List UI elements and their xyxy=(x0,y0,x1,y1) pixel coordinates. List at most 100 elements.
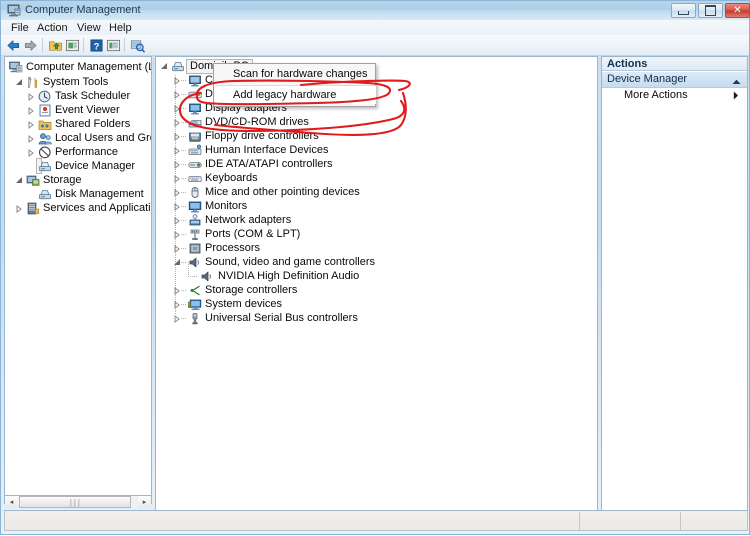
tree-label: Device Manager xyxy=(55,160,136,172)
show-hide-console-tree-icon[interactable] xyxy=(106,38,121,53)
menu-view[interactable]: View xyxy=(75,22,103,34)
local-users-icon xyxy=(38,133,52,145)
chevron-down-icon[interactable] xyxy=(160,63,168,71)
chevron-right-icon[interactable] xyxy=(173,203,181,211)
dvd-drive-icon xyxy=(188,120,202,128)
chevron-right-icon[interactable] xyxy=(173,105,181,113)
tree-label: DVD/CD-ROM drives xyxy=(205,116,309,128)
maximize-button[interactable] xyxy=(698,3,723,18)
context-menu-item-add-legacy-hardware[interactable]: Add legacy hardware xyxy=(215,85,376,104)
chevron-right-icon[interactable] xyxy=(173,315,181,323)
chevron-right-icon[interactable] xyxy=(173,77,181,85)
chevron-right-icon[interactable] xyxy=(173,161,181,169)
chevron-right-icon[interactable] xyxy=(173,133,181,141)
chevron-up-icon[interactable] xyxy=(732,76,741,88)
menu-bar: File Action View Help xyxy=(1,20,749,36)
tree-label: Performance xyxy=(55,146,118,158)
menu-action[interactable]: Action xyxy=(35,22,70,34)
tree-item-device-manager[interactable]: Device Manager xyxy=(36,158,135,174)
tree-label: System Tools xyxy=(43,76,109,88)
tree-label: Ports (COM & LPT) xyxy=(205,228,301,240)
actions-item-more-actions[interactable]: More Actions xyxy=(602,88,747,102)
forward-icon[interactable] xyxy=(23,38,38,53)
help-icon[interactable]: ? xyxy=(89,38,104,53)
tree-connector xyxy=(181,290,187,291)
up-folder-icon[interactable] xyxy=(48,38,63,53)
computer-icon xyxy=(189,75,201,87)
tree-label: Disk Management xyxy=(55,188,144,200)
tree-connector xyxy=(181,150,187,151)
services-icon xyxy=(27,202,40,215)
scroll-left-button[interactable]: ◂ xyxy=(5,496,18,508)
tree-connector xyxy=(181,206,187,207)
scroll-thumb[interactable]: ∣∣∣ xyxy=(19,496,131,508)
chevron-right-icon[interactable] xyxy=(27,135,35,143)
toolbar-separator-2 xyxy=(83,38,84,52)
device-manager-pane: Dominik-PC Computer xyxy=(155,56,598,515)
chevron-right-icon[interactable] xyxy=(173,189,181,197)
console-tree-hscrollbar[interactable]: ◂ ∣∣∣ ▸ xyxy=(5,495,151,508)
status-bar-divider xyxy=(579,512,580,530)
tree-connector xyxy=(181,122,187,123)
display-adapters-icon xyxy=(189,103,201,115)
chevron-right-icon[interactable] xyxy=(173,245,181,253)
chevron-down-icon[interactable] xyxy=(15,177,23,185)
actions-pane-header: Actions xyxy=(602,57,747,71)
tree-label: Mice and other pointing devices xyxy=(205,186,360,198)
chevron-right-icon[interactable] xyxy=(733,91,739,103)
chevron-right-icon[interactable] xyxy=(27,121,35,129)
chevron-right-icon[interactable] xyxy=(15,205,23,213)
minimize-button[interactable] xyxy=(671,3,696,18)
tree-label: Storage controllers xyxy=(205,284,298,296)
disk-management-icon xyxy=(39,190,51,200)
chevron-right-icon[interactable] xyxy=(173,231,181,239)
context-menu-item-scan-for-hardware-changes[interactable]: Scan for hardware changes xyxy=(215,65,376,84)
chevron-right-icon[interactable] xyxy=(173,91,181,99)
tree-label: Event Viewer xyxy=(55,104,120,116)
properties-icon[interactable] xyxy=(65,38,80,53)
close-button[interactable]: ✕ xyxy=(725,3,750,18)
chevron-right-icon[interactable] xyxy=(27,107,35,115)
toolbar-separator-3 xyxy=(124,38,125,52)
tree-label: Storage xyxy=(43,174,82,186)
tree-label: Human Interface Devices xyxy=(205,144,329,156)
computer-management-icon xyxy=(9,61,23,73)
tree-connector xyxy=(181,108,187,109)
tree-label: Shared Folders xyxy=(55,118,131,130)
scroll-right-button[interactable]: ▸ xyxy=(138,496,151,508)
chevron-right-icon[interactable] xyxy=(173,287,181,295)
chevron-down-icon[interactable] xyxy=(173,259,181,267)
chevron-right-icon[interactable] xyxy=(173,147,181,155)
tree-label: Monitors xyxy=(205,200,248,212)
chevron-right-icon[interactable] xyxy=(173,301,181,309)
computer-management-icon xyxy=(7,4,21,17)
tree-label: Keyboards xyxy=(205,172,258,184)
ports-icon xyxy=(190,229,200,240)
chevron-right-icon[interactable] xyxy=(173,217,181,225)
tree-connector xyxy=(181,192,187,193)
actions-pane: Actions Device Manager More Actions xyxy=(601,56,748,515)
actions-section-label: Device Manager xyxy=(607,73,688,85)
chevron-down-icon[interactable] xyxy=(15,79,23,87)
title-bar[interactable]: Computer Management ✕ xyxy=(1,1,750,20)
event-viewer-icon xyxy=(39,104,51,117)
menu-file[interactable]: File xyxy=(9,22,31,34)
hid-icon xyxy=(188,144,202,155)
chevron-right-icon[interactable] xyxy=(173,175,181,183)
tree-label: Network adapters xyxy=(205,214,292,226)
chevron-right-icon[interactable] xyxy=(173,119,181,127)
tree-connector xyxy=(181,94,187,95)
tree-connector xyxy=(181,304,187,305)
tree-label: Task Scheduler xyxy=(55,90,131,102)
actions-section-device-manager[interactable]: Device Manager xyxy=(602,72,747,88)
menu-help[interactable]: Help xyxy=(107,22,134,34)
chevron-right-icon[interactable] xyxy=(27,93,35,101)
chevron-right-icon[interactable] xyxy=(27,149,35,157)
scan-hardware-icon[interactable] xyxy=(130,38,145,53)
tree-connector xyxy=(181,248,187,249)
back-icon[interactable] xyxy=(6,38,21,53)
tree-label: Services and Applications xyxy=(43,202,151,214)
storage-controller-icon xyxy=(190,285,200,296)
system-devices-icon xyxy=(188,299,202,310)
tree-label: System devices xyxy=(205,298,283,310)
